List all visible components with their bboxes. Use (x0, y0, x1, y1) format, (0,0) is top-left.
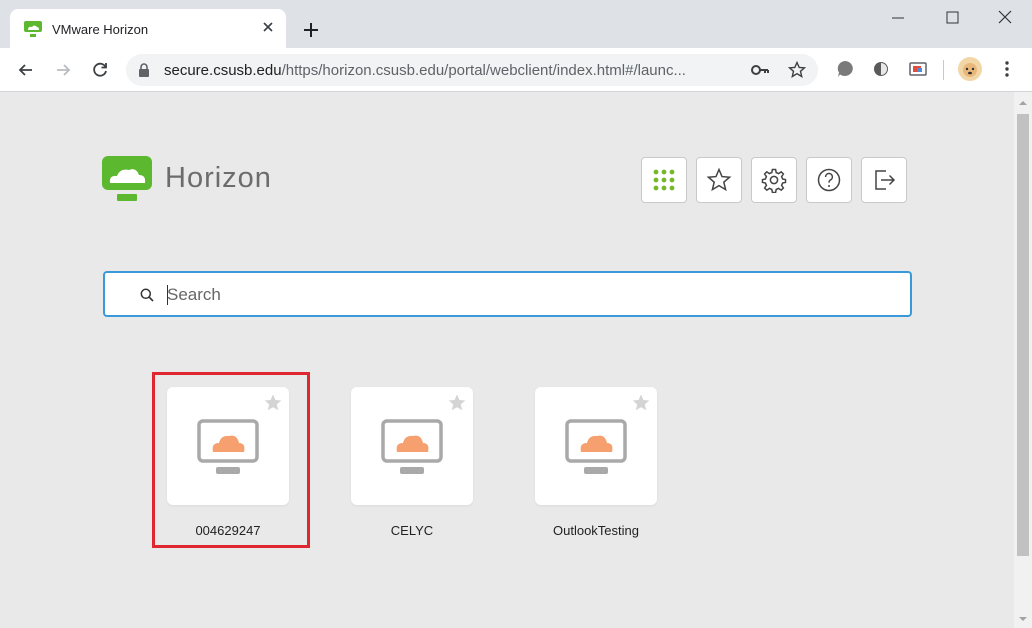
scroll-up-icon[interactable] (1018, 98, 1028, 108)
arrow-left-icon (18, 64, 32, 76)
browser-tab[interactable]: VMware Horizon (10, 9, 286, 48)
extension-circle[interactable] (870, 58, 892, 80)
half-circle-icon (874, 62, 888, 76)
search-box[interactable] (103, 271, 912, 317)
grid-icon (653, 169, 675, 191)
bookmark-star-icon[interactable] (788, 61, 806, 79)
browser-titlebar: VMware Horizon (0, 0, 1032, 48)
apps-grid-button[interactable] (641, 157, 687, 203)
selection-highlight (152, 372, 310, 548)
brand-name: Horizon (165, 162, 272, 194)
desktop-monitor-icon (565, 419, 627, 474)
logout-icon (875, 170, 896, 190)
reload-button[interactable] (88, 58, 112, 82)
maximize-icon[interactable] (940, 8, 964, 28)
back-button[interactable] (14, 58, 38, 82)
help-button[interactable] (806, 157, 852, 203)
toolbar-separator (943, 60, 944, 80)
text-caret (167, 285, 168, 305)
desktop-monitor-icon (381, 419, 443, 474)
kebab-menu-icon (1005, 61, 1009, 77)
close-window-icon[interactable] (993, 8, 1017, 28)
app-label: CELYC (390, 523, 434, 538)
dog-avatar-icon (958, 57, 982, 81)
question-icon (817, 168, 841, 192)
close-tab-icon[interactable] (260, 19, 276, 35)
url-text: secure.csusb.edu/https/horizon.csusb.edu… (164, 62, 686, 79)
app-tile-celyc[interactable] (351, 387, 473, 505)
extension-cast[interactable] (907, 58, 929, 80)
settings-button[interactable] (751, 157, 797, 203)
gear-icon (761, 168, 787, 193)
url-path: /https/horizon.csusb.edu/portal/webclien… (281, 62, 686, 79)
browser-menu-button[interactable] (996, 58, 1018, 80)
chat-bubble-icon (837, 61, 853, 77)
scroll-down-icon[interactable] (1018, 614, 1028, 624)
horizon-favicon-icon (24, 21, 42, 37)
page-scrollbar[interactable] (1014, 92, 1032, 628)
search-icon (140, 288, 154, 302)
favorite-star-icon[interactable] (447, 393, 467, 413)
address-bar[interactable]: secure.csusb.edu/https/horizon.csusb.edu… (126, 54, 818, 86)
logout-button[interactable] (861, 157, 907, 203)
reload-icon (93, 62, 107, 77)
horizon-logo-icon (102, 156, 152, 201)
star-icon (706, 167, 732, 192)
arrow-right-icon (57, 64, 71, 76)
favorites-button[interactable] (696, 157, 742, 203)
lock-icon (139, 63, 149, 77)
horizon-page: Horizon Search 004629247 CELYC OutlookTe… (0, 92, 1014, 628)
app-tile-outlooktesting[interactable] (535, 387, 657, 505)
tab-title: VMware Horizon (52, 22, 149, 37)
new-tab-icon[interactable] (300, 19, 322, 41)
cast-icon (909, 62, 927, 76)
key-icon[interactable] (750, 62, 770, 78)
extension-chat[interactable] (834, 58, 856, 80)
favorite-star-icon[interactable] (631, 393, 651, 413)
app-label: OutlookTesting (553, 523, 639, 538)
forward-button[interactable] (51, 58, 75, 82)
profile-avatar[interactable] (957, 56, 983, 82)
search-input[interactable] (167, 281, 887, 309)
scroll-thumb[interactable] (1017, 114, 1029, 556)
url-host: secure.csusb.edu (164, 62, 282, 79)
minimize-icon[interactable] (886, 8, 910, 28)
